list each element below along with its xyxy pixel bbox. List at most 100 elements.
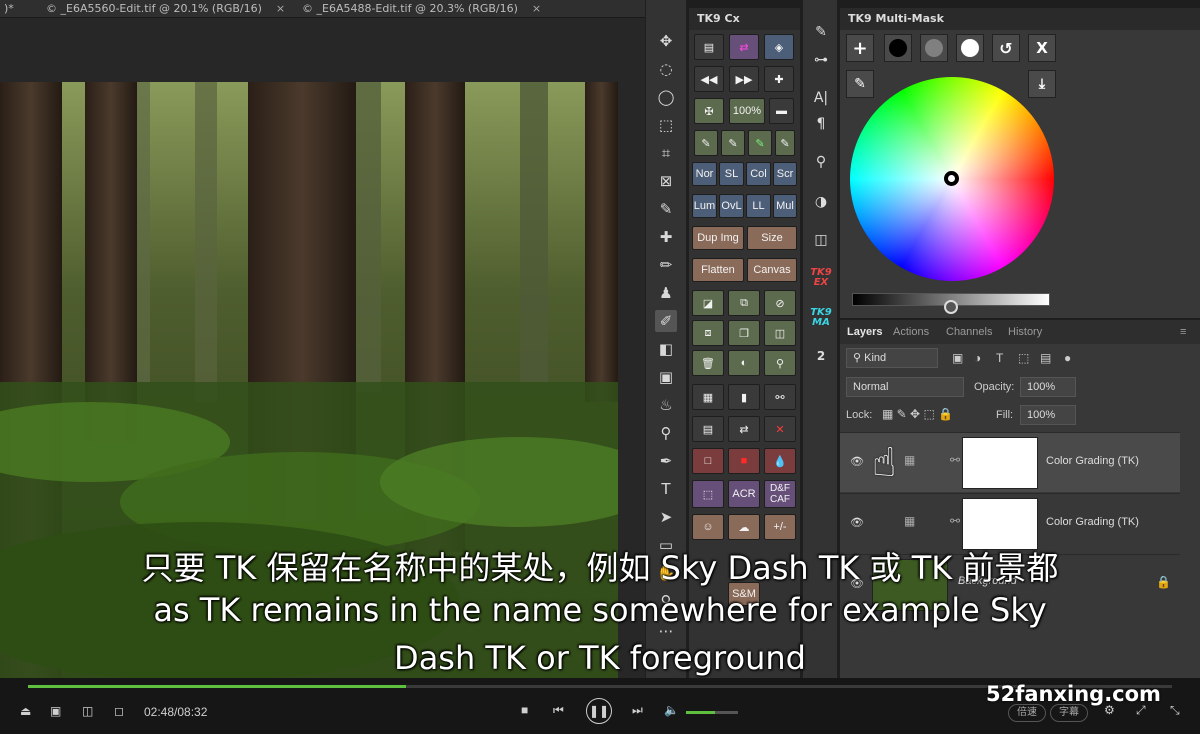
document-tab-3[interactable]: © _E6A5488-Edit.tif @ 20.3% (RGB/16) × <box>302 0 541 18</box>
filter-smart-object-icon[interactable]: ▤ <box>1040 351 1051 365</box>
filter-toggle-icon[interactable]: ● <box>1064 351 1071 365</box>
brightness-slider-handle[interactable] <box>944 300 958 314</box>
blend-mode-select[interactable]: Normal <box>846 377 964 397</box>
plus-icon[interactable]: ✚ <box>764 66 794 92</box>
playback-speed-button[interactable]: 倍速 <box>1008 704 1046 722</box>
filter-shape-icon[interactable]: ⬚ <box>1018 351 1029 365</box>
red-outline-square-icon[interactable]: □ <box>692 448 724 474</box>
brush-green-icon[interactable]: ✎ <box>748 130 772 156</box>
previous-icon[interactable]: ⏮ <box>553 703 564 718</box>
weather-icon[interactable]: ☁ <box>728 514 760 540</box>
dodge-burn-button[interactable]: D&F CAF <box>764 480 796 508</box>
fast-forward-icon[interactable]: ▶▶ <box>729 66 759 92</box>
color-adjust-icon[interactable]: ◈ <box>764 34 794 60</box>
paragraph-icon[interactable]: ¶ <box>809 112 833 136</box>
pin-icon[interactable]: ⚲ <box>764 350 796 376</box>
blend-luminosity-button[interactable]: Lum <box>692 194 717 218</box>
layer-mask-icon[interactable]: ▦ <box>692 384 724 410</box>
download-icon[interactable]: ⤓ <box>1028 70 1056 98</box>
brush-black-icon[interactable]: ✎ <box>694 130 718 156</box>
no-mask-icon[interactable]: ⊘ <box>764 290 796 316</box>
selection-box-icon[interactable]: ⬚ <box>692 480 724 508</box>
visibility-eye-icon[interactable]: 👁 <box>850 516 864 529</box>
close-button[interactable]: X <box>1028 34 1056 62</box>
eject-icon[interactable]: ⏏ <box>20 704 31 718</box>
expand-icon[interactable]: ⤡ <box>1170 703 1180 718</box>
tk9-ex-button[interactable]: TK9 EX <box>809 266 833 290</box>
frame-tool-icon[interactable]: ⊠ <box>655 170 677 192</box>
plus-minus-button[interactable]: +/- <box>764 514 796 540</box>
brush-gray-icon[interactable]: ✎ <box>775 130 795 156</box>
stop-icon[interactable]: ■ <box>521 703 528 717</box>
crop-tool-icon[interactable]: ⌗ <box>655 142 677 164</box>
swap-icon[interactable]: ⇄ <box>729 34 759 60</box>
stack-layers-icon[interactable]: ⧈ <box>692 320 724 346</box>
red-fill-square-icon[interactable]: ■ <box>728 448 760 474</box>
panel-menu-icon[interactable]: ≡ <box>1180 320 1186 344</box>
glyphs-icon[interactable]: ⚲ <box>809 150 833 174</box>
opacity-field[interactable]: 100% <box>1020 377 1076 397</box>
clone-stamp-tool-icon[interactable]: ♟ <box>655 282 677 304</box>
blend-linearlight-button[interactable]: LL <box>746 194 771 218</box>
acr-button[interactable]: ACR <box>728 480 760 508</box>
sliders-icon[interactable]: ⊶ <box>809 48 833 72</box>
layer-mask-thumbnail[interactable] <box>962 437 1038 489</box>
copy-layer-icon[interactable]: ❐ <box>728 320 760 346</box>
blend-softlight-button[interactable]: SL <box>719 162 744 186</box>
volume-icon[interactable]: 🔈 <box>664 703 679 717</box>
link-icon[interactable]: ⚯ <box>764 384 796 410</box>
chat-icon[interactable]: ◫ <box>82 704 93 718</box>
hide-layer-icon[interactable]: ◐ <box>728 350 760 376</box>
close-icon[interactable]: × <box>276 2 285 15</box>
gradient-tool-icon[interactable]: ▣ <box>655 366 677 388</box>
filter-pixel-icon[interactable]: ▣ <box>952 351 963 365</box>
blend-screen-button[interactable]: Scr <box>773 162 797 186</box>
character-icon[interactable]: A| <box>809 86 833 110</box>
trash-icon[interactable]: 🗑 <box>692 350 724 376</box>
new-document-icon[interactable]: ▤ <box>694 34 724 60</box>
black-swatch[interactable] <box>884 34 912 62</box>
filter-type-icon[interactable]: T <box>996 351 1003 365</box>
gray-swatch[interactable] <box>920 34 948 62</box>
pen-tool-icon[interactable]: ✒ <box>655 450 677 472</box>
tab-actions[interactable]: Actions <box>893 320 929 344</box>
canvas-size-button[interactable]: Canvas <box>747 258 797 282</box>
link-icon[interactable]: ⚯ <box>950 453 960 467</box>
tab-history[interactable]: History <box>1008 320 1042 344</box>
minus-icon[interactable]: ▬ <box>769 98 794 124</box>
merge-layer-icon[interactable]: ◫ <box>764 320 796 346</box>
color-picker-handle[interactable] <box>944 171 959 186</box>
comment-icon[interactable]: ◻ <box>114 704 124 718</box>
tab-layers[interactable]: Layers <box>847 320 882 344</box>
eraser-tool-icon[interactable]: ◧ <box>655 338 677 360</box>
black-mask-icon[interactable]: ▮ <box>728 384 760 410</box>
adjustments-icon[interactable]: ◑ <box>809 190 833 214</box>
next-icon[interactable]: ⏭ <box>632 703 643 718</box>
swap-arrows-icon[interactable]: ⇄ <box>728 416 760 442</box>
subtitle-button[interactable]: 字幕 <box>1050 704 1088 722</box>
eyedropper-icon[interactable]: ✎ <box>846 70 874 98</box>
filter-adjustment-icon[interactable]: ◑ <box>974 351 981 365</box>
duplicate-image-button[interactable]: Dup Img <box>692 226 744 250</box>
kind-filter[interactable]: ⚲ Kind <box>846 348 938 368</box>
blend-normal-button[interactable]: Nor <box>692 162 717 186</box>
fit-screen-icon[interactable]: ✠ <box>694 98 724 124</box>
dodge-tool-icon[interactable]: ⚲ <box>655 422 677 444</box>
tk9-ma-button[interactable]: TK9 MA <box>809 306 833 330</box>
document-tab-1[interactable]: )* <box>4 0 14 18</box>
cancel-icon[interactable]: ✕ <box>764 416 796 442</box>
blend-color-button[interactable]: Col <box>746 162 771 186</box>
type-tool-icon[interactable]: T <box>655 478 677 500</box>
visibility-eye-icon[interactable]: 👁 <box>850 455 864 468</box>
layer-group-icon[interactable]: ⧉ <box>728 290 760 316</box>
eyedropper-tool-icon[interactable]: ✎ <box>655 198 677 220</box>
move-tool-icon[interactable]: ✥ <box>655 30 677 52</box>
healing-brush-tool-icon[interactable]: ✚ <box>655 226 677 248</box>
portrait-icon[interactable]: ☺ <box>692 514 724 540</box>
add-button[interactable]: + <box>846 34 874 62</box>
properties-icon[interactable]: ◫ <box>809 228 833 252</box>
blend-overlay-button[interactable]: OvL <box>719 194 744 218</box>
link-icon[interactable]: ⚯ <box>950 514 960 528</box>
lock-icons[interactable]: ▦ ✎ ✥ ⬚ 🔒 <box>882 407 953 421</box>
new-layer-icon[interactable]: ◪ <box>692 290 724 316</box>
